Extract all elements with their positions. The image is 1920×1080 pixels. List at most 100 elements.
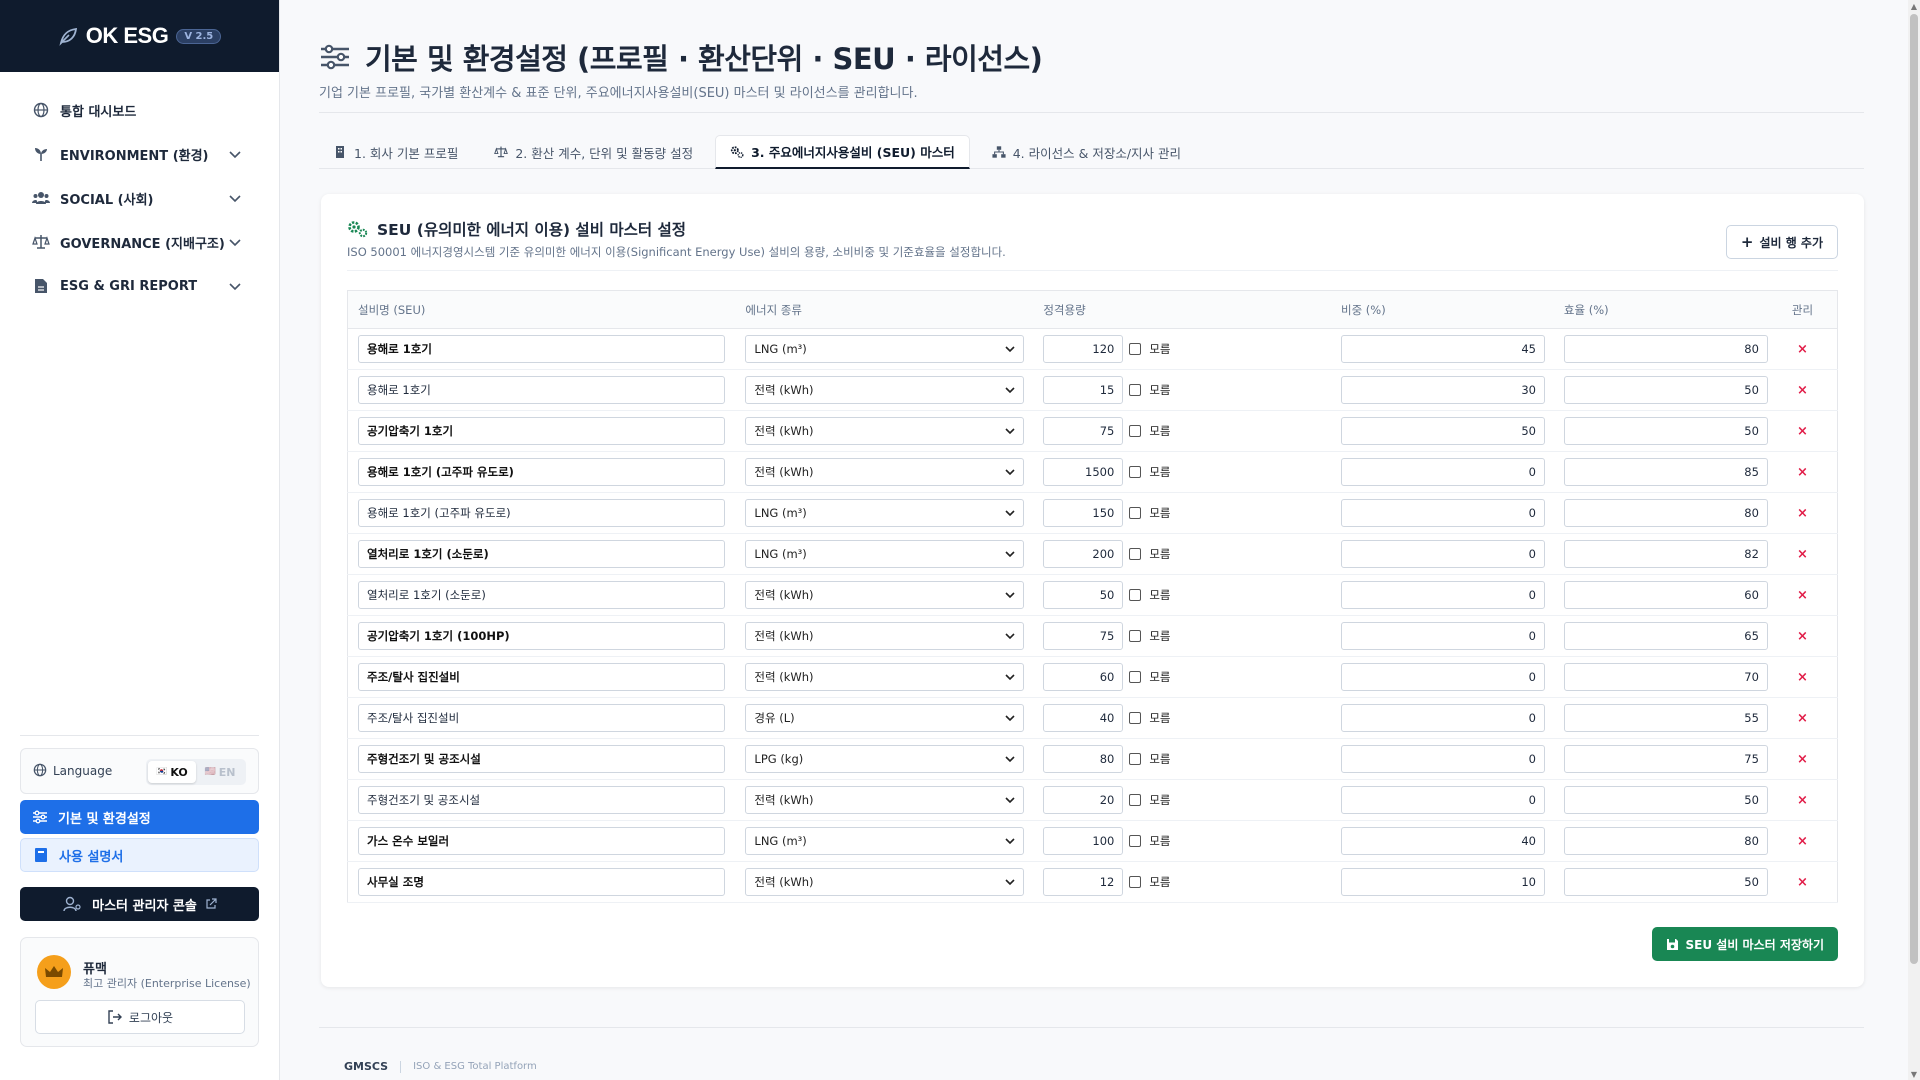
capacity-input[interactable]: 50: [1043, 581, 1124, 609]
add-row-button[interactable]: + 설비 행 추가: [1725, 225, 1838, 259]
delete-row-icon[interactable]: ×: [1797, 875, 1808, 890]
delete-row-icon[interactable]: ×: [1797, 506, 1808, 521]
seu-name-input[interactable]: 주형건조기 및 공조시설: [358, 745, 725, 773]
share-input[interactable]: 0: [1340, 704, 1545, 732]
energy-type-select[interactable]: LNG (m³): [745, 540, 1025, 568]
delete-row-icon[interactable]: ×: [1797, 834, 1808, 849]
capacity-input[interactable]: 60: [1043, 663, 1124, 691]
scroll-thumb[interactable]: [1910, 14, 1918, 964]
manual-button[interactable]: 사용 설명서: [20, 838, 259, 872]
capacity-input[interactable]: 1500: [1043, 458, 1124, 486]
share-input[interactable]: 0: [1340, 458, 1545, 486]
efficiency-input[interactable]: 80: [1563, 335, 1768, 363]
tab-license[interactable]: 4. 라이선스 & 저장소/지사 관리: [978, 135, 1195, 169]
energy-type-select[interactable]: LNG (m³): [745, 335, 1025, 363]
unknown-checkbox[interactable]: [1129, 671, 1142, 683]
unknown-checkbox[interactable]: [1129, 712, 1142, 724]
seu-name-input[interactable]: 주형건조기 및 공조시설: [358, 786, 725, 814]
delete-row-icon[interactable]: ×: [1797, 465, 1808, 480]
efficiency-input[interactable]: 65: [1563, 622, 1768, 650]
seu-name-input[interactable]: 주조/탈사 집진설비: [358, 663, 725, 691]
capacity-input[interactable]: 120: [1043, 335, 1124, 363]
scroll-up-icon[interactable]: ▲: [1910, 2, 1918, 11]
master-console-button[interactable]: 마스터 관리자 콘솔: [20, 887, 259, 921]
unknown-checkbox[interactable]: [1129, 794, 1142, 806]
unknown-checkbox[interactable]: [1129, 507, 1142, 519]
share-input[interactable]: 45: [1340, 335, 1545, 363]
unknown-checkbox[interactable]: [1129, 835, 1142, 847]
capacity-input[interactable]: 200: [1043, 540, 1124, 568]
share-input[interactable]: 10: [1340, 868, 1545, 896]
efficiency-input[interactable]: 50: [1563, 868, 1768, 896]
capacity-input[interactable]: 15: [1043, 376, 1124, 404]
share-input[interactable]: 0: [1340, 499, 1545, 527]
share-input[interactable]: 0: [1340, 540, 1545, 568]
share-input[interactable]: 50: [1340, 417, 1545, 445]
tab-company-profile[interactable]: 1. 회사 기본 프로필: [319, 135, 472, 169]
capacity-input[interactable]: 40: [1043, 704, 1124, 732]
efficiency-input[interactable]: 50: [1563, 376, 1768, 404]
energy-type-select[interactable]: 전력 (kWh): [745, 663, 1025, 691]
seu-name-input[interactable]: 주조/탈사 집진설비: [358, 704, 725, 732]
energy-type-select[interactable]: LPG (kg): [745, 745, 1025, 773]
delete-row-icon[interactable]: ×: [1797, 424, 1808, 439]
efficiency-input[interactable]: 82: [1563, 540, 1768, 568]
energy-type-select[interactable]: LNG (m³): [745, 827, 1025, 855]
brand-header[interactable]: OK ESG V 2.5: [0, 0, 279, 72]
energy-type-select[interactable]: LNG (m³): [745, 499, 1025, 527]
tab-seu-master[interactable]: 3. 주요에너지사용설비 (SEU) 마스터: [715, 135, 970, 169]
efficiency-input[interactable]: 50: [1563, 417, 1768, 445]
delete-row-icon[interactable]: ×: [1797, 342, 1808, 357]
energy-type-select[interactable]: 전력 (kWh): [745, 458, 1025, 486]
efficiency-input[interactable]: 70: [1563, 663, 1768, 691]
seu-name-input[interactable]: 용해로 1호기 (고주파 유도로): [358, 499, 725, 527]
capacity-input[interactable]: 75: [1043, 417, 1124, 445]
seu-name-input[interactable]: 가스 온수 보일러: [358, 827, 725, 855]
unknown-checkbox[interactable]: [1129, 548, 1142, 560]
unknown-checkbox[interactable]: [1129, 425, 1142, 437]
capacity-input[interactable]: 80: [1043, 745, 1124, 773]
efficiency-input[interactable]: 75: [1563, 745, 1768, 773]
capacity-input[interactable]: 100: [1043, 827, 1124, 855]
settings-button[interactable]: 기본 및 환경설정: [20, 800, 259, 834]
sidebar-item-social[interactable]: SOCIAL (사회): [20, 176, 259, 220]
seu-name-input[interactable]: 공기압축기 1호기: [358, 417, 725, 445]
tab-conversion[interactable]: 2. 환산 계수, 단위 및 활동량 설정: [480, 135, 707, 169]
energy-type-select[interactable]: 전력 (kWh): [745, 417, 1025, 445]
capacity-input[interactable]: 75: [1043, 622, 1124, 650]
unknown-checkbox[interactable]: [1129, 753, 1142, 765]
seu-name-input[interactable]: 용해로 1호기: [358, 335, 725, 363]
seu-name-input[interactable]: 사무실 조명: [358, 868, 725, 896]
share-input[interactable]: 40: [1340, 827, 1545, 855]
unknown-checkbox[interactable]: [1129, 589, 1142, 601]
capacity-input[interactable]: 150: [1043, 499, 1124, 527]
energy-type-select[interactable]: 전력 (kWh): [745, 581, 1025, 609]
energy-type-select[interactable]: 전력 (kWh): [745, 376, 1025, 404]
scroll-down-icon[interactable]: ▼: [1910, 1070, 1918, 1079]
efficiency-input[interactable]: 60: [1563, 581, 1768, 609]
seu-name-input[interactable]: 열처리로 1호기 (소둔로): [358, 581, 725, 609]
unknown-checkbox[interactable]: [1129, 343, 1142, 355]
delete-row-icon[interactable]: ×: [1797, 711, 1808, 726]
delete-row-icon[interactable]: ×: [1797, 752, 1808, 767]
efficiency-input[interactable]: 85: [1563, 458, 1768, 486]
seu-name-input[interactable]: 용해로 1호기 (고주파 유도로): [358, 458, 725, 486]
unknown-checkbox[interactable]: [1129, 466, 1142, 478]
delete-row-icon[interactable]: ×: [1797, 793, 1808, 808]
energy-type-select[interactable]: 전력 (kWh): [745, 622, 1025, 650]
save-seu-button[interactable]: SEU 설비 마스터 저장하기: [1651, 927, 1838, 961]
delete-row-icon[interactable]: ×: [1797, 547, 1808, 562]
share-input[interactable]: 0: [1340, 786, 1545, 814]
seu-name-input[interactable]: 공기압축기 1호기 (100HP): [358, 622, 725, 650]
lang-option-en[interactable]: 🇺🇸 EN: [196, 761, 244, 783]
energy-type-select[interactable]: 경유 (L): [745, 704, 1025, 732]
delete-row-icon[interactable]: ×: [1797, 588, 1808, 603]
sidebar-item-environment[interactable]: ENVIRONMENT (환경): [20, 132, 259, 176]
capacity-input[interactable]: 12: [1043, 868, 1124, 896]
share-input[interactable]: 0: [1340, 581, 1545, 609]
lang-option-ko[interactable]: 🇰🇷 KO: [148, 761, 196, 783]
page-scrollbar[interactable]: ▲ ▼: [1908, 0, 1920, 1080]
delete-row-icon[interactable]: ×: [1797, 670, 1808, 685]
delete-row-icon[interactable]: ×: [1797, 629, 1808, 644]
logout-button[interactable]: 로그아웃: [35, 1000, 245, 1034]
